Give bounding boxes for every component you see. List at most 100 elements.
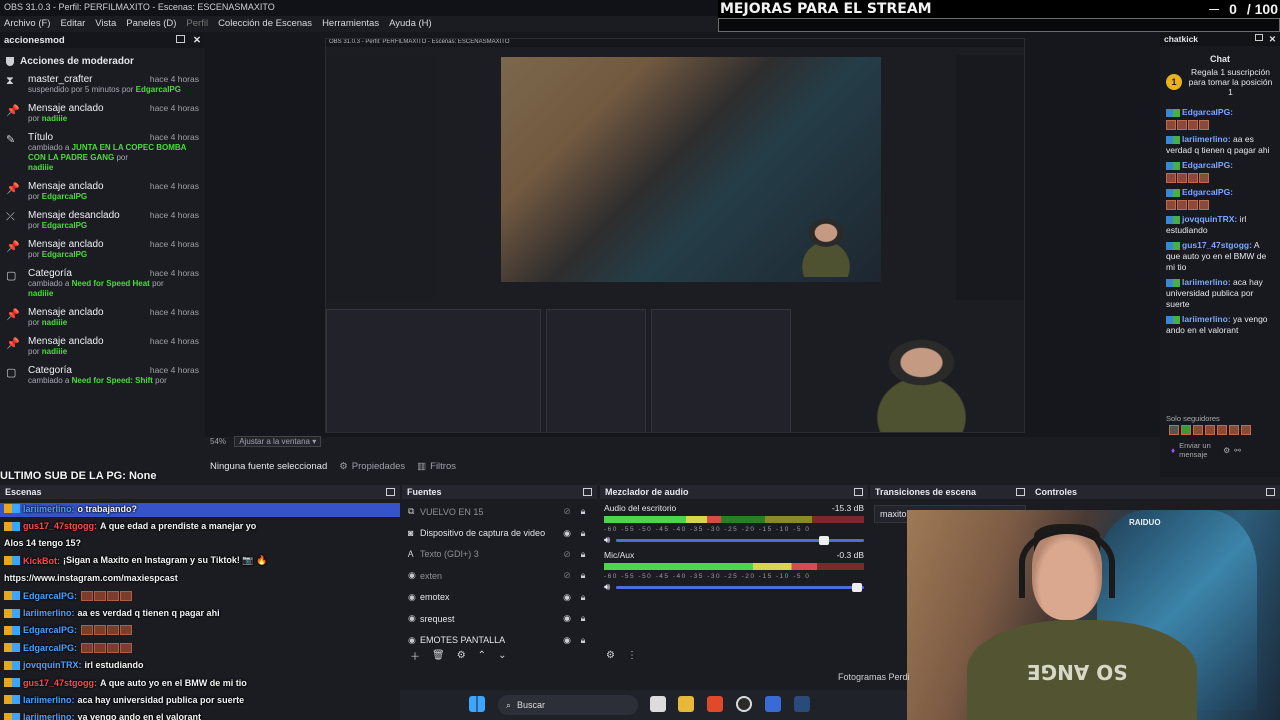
trash-icon[interactable]: 🗑 (432, 650, 445, 661)
scene-item-selected[interactable] (0, 503, 400, 517)
gear-icon[interactable]: ⚙ (457, 650, 466, 661)
more-options-icon[interactable]: ⋮ (627, 650, 637, 661)
mod-action-item: ⧗ master_crafter hace 4 horas suspendido po… (0, 71, 205, 100)
volume-slider[interactable] (616, 536, 864, 545)
chat-message: jovqquinTRX: irl estudiando (1160, 212, 1280, 238)
stream-goal-overlay: MEJORAS PARA EL STREAM — 0 / 100 (718, 0, 1280, 18)
emote-icon (1199, 173, 1209, 183)
source-name: srequest (420, 613, 455, 624)
scenes-dock-header: Escenas (0, 485, 400, 499)
menu-item[interactable]: Paneles (D) (126, 18, 176, 30)
source-item[interactable]: Ꭺ Texto (GDI+) 3 ⊘ 🔒︎ (402, 544, 597, 565)
steam-icon[interactable] (794, 696, 810, 712)
chevron-up-icon[interactable]: ⌃ (478, 650, 486, 661)
lock-icon[interactable]: 🔒︎ (575, 570, 591, 581)
float-icon[interactable] (386, 488, 395, 496)
app-icon[interactable] (765, 696, 781, 712)
mod-action-time: hace 4 horas (149, 307, 199, 317)
lock-icon[interactable]: 🔒︎ (575, 549, 591, 560)
source-type-icon: ◉ (408, 613, 416, 624)
eye-icon[interactable]: ◉ (559, 528, 575, 539)
menu-item[interactable]: Colección de Escenas (218, 18, 312, 30)
mod-action-time: hace 4 horas (149, 74, 199, 84)
speaker-icon[interactable]: 🔊︎ (604, 582, 610, 593)
brave-browser-icon[interactable] (707, 696, 723, 712)
chat-username[interactable]: EdgarcalPG: (1182, 160, 1233, 170)
eye-icon[interactable]: ◉ (559, 592, 575, 603)
minimize-icon[interactable]: — (1209, 4, 1219, 15)
badge-icon (1166, 161, 1180, 170)
chat-username[interactable]: lariimerlino: (1182, 314, 1231, 324)
eye-icon[interactable]: ◉ (559, 635, 575, 646)
mixer-channels: Audio del escritorio -15.3 dB -60 -55 -50 … (600, 499, 868, 593)
float-icon[interactable] (1266, 488, 1275, 496)
badge-icon (1166, 188, 1180, 197)
lock-icon[interactable]: 🔒︎ (575, 635, 591, 646)
mod-dock-tab[interactable]: accionesmod (4, 35, 65, 46)
source-item[interactable]: ◉ exten ⊘ 🔒︎ (402, 565, 597, 586)
source-item[interactable]: ⧉ VUELVO EN 15 ⊘ 🔒︎ (402, 501, 597, 522)
float-icon[interactable] (176, 34, 186, 43)
mod-action-icon: 📌 (6, 309, 20, 321)
filters-button[interactable]: ▥ Filtros (417, 461, 456, 472)
menu-item[interactable]: Perfil (186, 18, 208, 30)
preview-canvas[interactable]: OBS 31.0.3 - Perfil: PERFILMAXITO - Esce… (205, 32, 1160, 437)
lock-icon[interactable]: 🔒︎ (575, 592, 591, 603)
advanced-audio-icon[interactable]: ⚙ (606, 650, 615, 661)
menu-item[interactable]: Herramientas (322, 18, 379, 30)
menu-item[interactable]: Vista (95, 18, 116, 30)
lock-icon[interactable]: 🔒︎ (575, 506, 591, 517)
speaker-icon[interactable]: 🔊︎ (604, 535, 610, 546)
float-icon[interactable] (1254, 33, 1263, 41)
chat-username[interactable]: lariimerlino: (1182, 134, 1231, 144)
mod-action-icon: 📌 (6, 183, 20, 195)
float-icon[interactable] (1016, 488, 1025, 496)
sparkle-icon[interactable]: ♦ (1171, 446, 1175, 455)
fit-select[interactable]: Ajustar a la ventana ▾ (234, 436, 322, 447)
taskbar-search[interactable]: ⌕ Buscar (498, 695, 638, 715)
lock-icon[interactable]: 🔒︎ (575, 528, 591, 539)
source-item[interactable]: ◙ Dispositivo de captura de video ◉ 🔒︎ (402, 522, 597, 543)
eye-slash-icon[interactable]: ⊘ (559, 549, 575, 560)
headset (1019, 528, 1115, 598)
add-icon[interactable]: ＋ (410, 648, 420, 663)
chat-username[interactable]: gus17_47stgogg: (1182, 240, 1252, 250)
chat-username[interactable]: EdgarcalPG: (1182, 187, 1233, 197)
eye-slash-icon[interactable]: ⊘ (559, 506, 575, 517)
volume-slider[interactable] (616, 583, 864, 592)
meter-scale: -60 -55 -50 -45 -40 -35 -30 -25 -20 -15 … (604, 526, 811, 533)
link-icon[interactable]: ⚯ (1234, 446, 1241, 455)
chat-username[interactable]: lariimerlino: (1182, 277, 1231, 287)
float-icon[interactable] (854, 488, 863, 496)
chat-dock-tab[interactable]: chatkick (1164, 34, 1198, 44)
mod-action-value: nadiiie (41, 347, 68, 356)
file-explorer-icon[interactable] (678, 696, 694, 712)
eye-icon[interactable]: ◉ (559, 613, 575, 624)
obs-icon[interactable] (736, 696, 752, 712)
properties-button[interactable]: ⚙ Propiedades (339, 461, 405, 472)
chat-username[interactable]: EdgarcalPG: (1182, 107, 1233, 117)
float-icon[interactable] (583, 488, 592, 496)
chat-input[interactable]: Enviar un mensaje (1179, 441, 1219, 459)
mod-action-item: ▢ Categoría hace 4 horas cambiado a Need fo… (0, 362, 205, 391)
settings-icon[interactable]: ⚙ (1223, 446, 1230, 455)
lock-icon[interactable]: 🔒︎ (575, 613, 591, 624)
volume-meter (604, 563, 864, 570)
chat-message: EdgarcalPG: (1160, 158, 1280, 185)
eye-slash-icon[interactable]: ⊘ (559, 570, 575, 581)
mod-action-time: hace 4 horas (149, 181, 199, 191)
menu-item[interactable]: Archivo (F) (4, 18, 50, 30)
menu-item[interactable]: Ayuda (H) (389, 18, 432, 30)
chevron-down-icon[interactable]: ⌄ (498, 650, 506, 661)
mod-action-prefix: por (28, 250, 40, 259)
menu-item[interactable]: Editar (60, 18, 85, 30)
chat-username[interactable]: jovqquinTRX: (1182, 214, 1237, 224)
goal-total: / 100 (1246, 1, 1278, 17)
close-icon[interactable]: ✕ (193, 35, 201, 46)
windows-start-icon[interactable] (469, 696, 485, 712)
source-item[interactable]: ◉ emotex ◉ 🔒︎ (402, 587, 597, 608)
emote-icon (1199, 200, 1209, 210)
task-view-icon[interactable] (650, 696, 666, 712)
source-item[interactable]: ◉ srequest ◉ 🔒︎ (402, 608, 597, 629)
close-icon[interactable]: ✕ (1269, 34, 1276, 45)
